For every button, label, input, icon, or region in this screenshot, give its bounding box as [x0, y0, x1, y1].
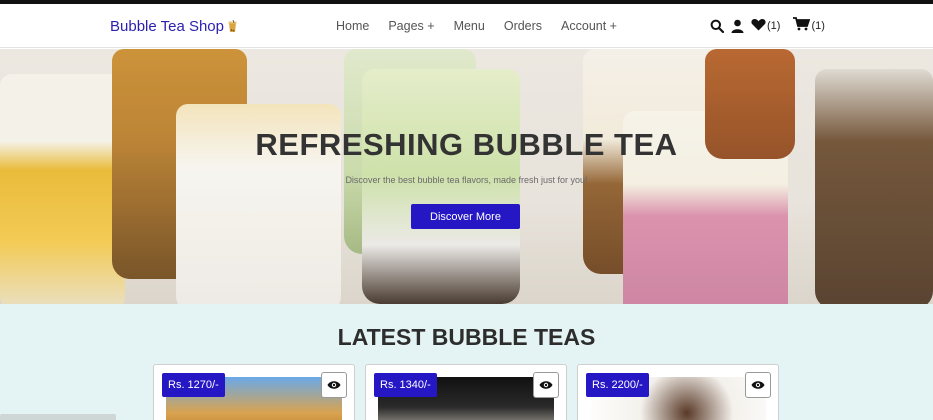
main-nav: Home Pages + Menu Orders Account + [336, 19, 636, 33]
brand-logo[interactable]: Bubble Tea Shop [110, 18, 237, 35]
status-bar-tab [0, 414, 116, 420]
wishlist-link[interactable]: (1) [751, 18, 780, 34]
cart-icon [793, 17, 811, 34]
nav-menu[interactable]: Menu [454, 19, 485, 33]
hero-banner: REFRESHING BUBBLE TEA Discover the best … [0, 49, 933, 304]
heart-icon [751, 18, 766, 34]
navbar: Bubble Tea Shop Home Pages + Menu Orders… [0, 4, 933, 48]
nav-pages[interactable]: Pages + [388, 19, 434, 33]
nav-orders[interactable]: Orders [504, 19, 542, 33]
price-badge: Rs. 1270/- [162, 373, 225, 397]
hero-title: REFRESHING BUBBLE TEA [255, 127, 678, 162]
product-card[interactable]: Rs. 1340/- [365, 364, 567, 420]
latest-section: LATEST BUBBLE TEAS Rs. 1270/- Rs. 1340/-… [0, 304, 933, 420]
price-badge: Rs. 2200/- [586, 373, 649, 397]
search-icon[interactable] [710, 19, 724, 33]
product-card[interactable]: Rs. 2200/- [577, 364, 779, 420]
quick-view-eye-icon[interactable] [745, 372, 771, 398]
section-title: LATEST BUBBLE TEAS [337, 324, 596, 350]
cart-count: (1) [811, 19, 825, 32]
quick-view-eye-icon[interactable] [321, 372, 347, 398]
hero-subtitle: Discover the best bubble tea flavors, ma… [345, 175, 588, 185]
nav-home[interactable]: Home [336, 19, 369, 33]
nav-account[interactable]: Account + [561, 19, 617, 33]
cart-link[interactable]: (1) [793, 17, 825, 34]
price-badge: Rs. 1340/- [374, 373, 437, 397]
product-card[interactable]: Rs. 1270/- [153, 364, 355, 420]
discover-more-button[interactable]: Discover More [411, 204, 520, 229]
brand-name: Bubble Tea Shop [110, 18, 224, 35]
wishlist-count: (1) [767, 19, 781, 32]
user-icon[interactable] [731, 19, 744, 33]
quick-view-eye-icon[interactable] [533, 372, 559, 398]
nav-icons: (1) (1) [710, 17, 825, 34]
bubble-tea-cup-icon [228, 19, 237, 33]
